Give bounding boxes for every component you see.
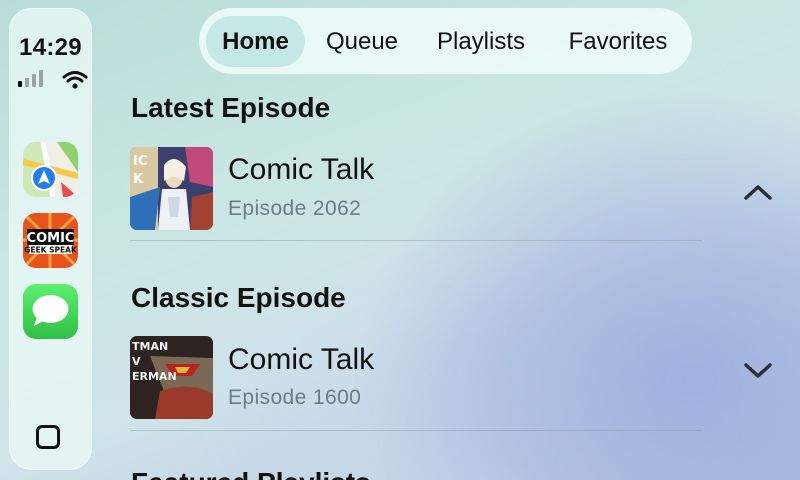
section-title-featured: Featured Playlists bbox=[131, 467, 371, 480]
tab-playlists[interactable]: Playlists bbox=[421, 16, 541, 67]
status-indicators bbox=[18, 70, 88, 90]
svg-text:V: V bbox=[132, 355, 141, 368]
chevron-down-icon[interactable] bbox=[742, 360, 774, 380]
svg-text:IC: IC bbox=[133, 154, 147, 169]
clock: 14:29 bbox=[19, 34, 82, 61]
svg-text:TMAN: TMAN bbox=[132, 340, 168, 353]
svg-text:K: K bbox=[133, 172, 144, 187]
episode-number: Episode 2062 bbox=[228, 197, 362, 220]
tab-bar: Home Queue Playlists Favorites bbox=[199, 8, 692, 74]
episode-number: Episode 1600 bbox=[228, 386, 362, 409]
home-button-icon[interactable] bbox=[36, 425, 60, 449]
section-title-latest: Latest Episode bbox=[131, 92, 331, 123]
episode-title[interactable]: Comic Talk bbox=[228, 343, 374, 377]
svg-text:ERMAN: ERMAN bbox=[132, 370, 177, 383]
tab-favorites[interactable]: Favorites bbox=[554, 16, 682, 67]
wifi-icon bbox=[62, 71, 88, 89]
logo-text: COMIC bbox=[27, 231, 75, 246]
signal-bar bbox=[32, 74, 36, 87]
signal-bar bbox=[18, 81, 22, 87]
maps-icon bbox=[23, 142, 78, 197]
divider bbox=[130, 240, 702, 241]
tab-home[interactable]: Home bbox=[206, 16, 305, 67]
chevron-up-icon[interactable] bbox=[742, 183, 774, 203]
podcast-app-icon[interactable]: COMIC GEEK SPEAK bbox=[23, 213, 78, 268]
section-title-classic: Classic Episode bbox=[131, 282, 346, 313]
signal-bar bbox=[39, 70, 43, 87]
signal-bar bbox=[25, 78, 29, 87]
carplay-dock: 14:29 COMIC GEEK SPEAK bbox=[9, 8, 92, 470]
maps-app-icon[interactable] bbox=[23, 142, 78, 197]
comic-artwork-icon: IC K bbox=[130, 147, 213, 230]
comic-artwork-icon: TMAN V ERMAN bbox=[130, 336, 213, 419]
tab-queue[interactable]: Queue bbox=[312, 16, 412, 67]
episode-title[interactable]: Comic Talk bbox=[228, 153, 374, 187]
episode-artwork[interactable]: IC K bbox=[130, 147, 213, 230]
messages-app-icon[interactable] bbox=[23, 284, 78, 339]
episode-artwork[interactable]: TMAN V ERMAN bbox=[130, 336, 213, 419]
podcast-logo-icon: COMIC GEEK SPEAK bbox=[23, 213, 78, 268]
messages-icon bbox=[32, 295, 69, 326]
logo-subtext: GEEK SPEAK bbox=[24, 246, 78, 255]
divider bbox=[130, 430, 702, 431]
